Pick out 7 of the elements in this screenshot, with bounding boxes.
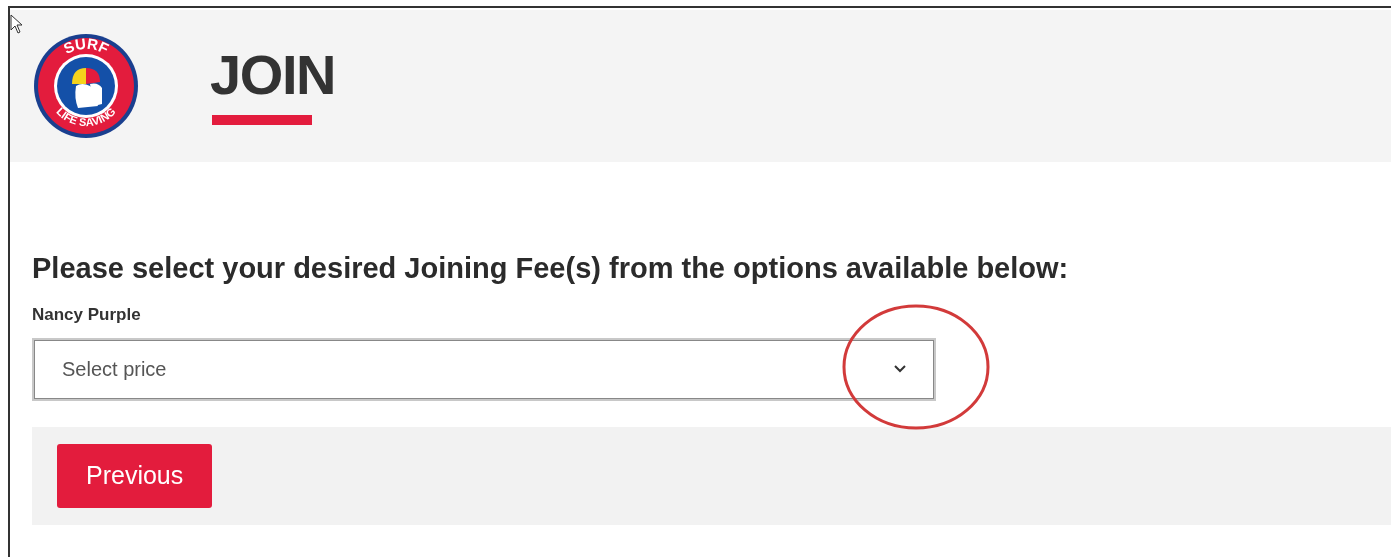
previous-button[interactable]: Previous — [57, 443, 213, 508]
chevron-down-icon — [894, 365, 906, 373]
price-select[interactable]: Select price — [32, 337, 936, 401]
form-heading: Please select your desired Joining Fee(s) from the options available below: — [32, 254, 1070, 283]
page-title: JOIN — [210, 47, 336, 103]
field-label: Nancy Purple — [32, 304, 142, 326]
logo: SURF LIFE SAVING — [32, 32, 140, 140]
